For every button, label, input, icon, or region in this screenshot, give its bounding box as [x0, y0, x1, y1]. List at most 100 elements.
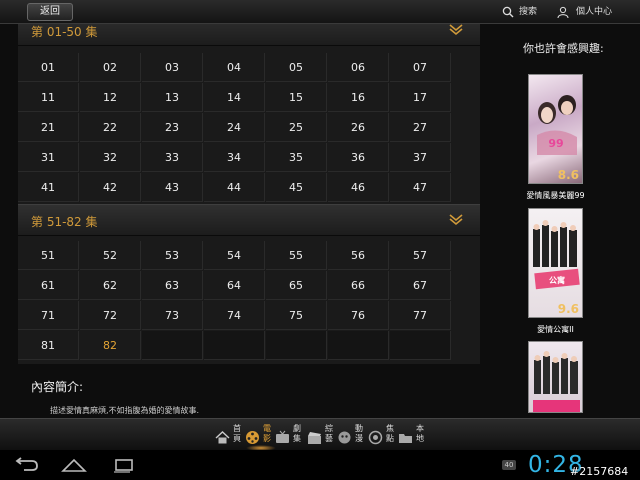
poster-image: 公寓 9.6 — [528, 208, 583, 318]
episode-button[interactable]: 14 — [204, 83, 265, 112]
episode-button[interactable]: 52 — [80, 241, 141, 270]
episode-button[interactable]: 76 — [328, 301, 389, 330]
episode-button[interactable]: 17 — [390, 83, 451, 112]
episode-button[interactable]: 57 — [390, 241, 451, 270]
episode-button-partial[interactable] — [455, 301, 480, 330]
episode-button-partial[interactable] — [455, 113, 480, 142]
section-title: 第 51-82 集 — [31, 215, 98, 229]
episode-button[interactable]: 36 — [328, 143, 389, 172]
episode-button[interactable]: 82 — [80, 331, 141, 360]
chevron-down-icon[interactable] — [448, 211, 464, 227]
episode-button[interactable]: 62 — [80, 271, 141, 300]
back-button[interactable]: 返回 — [27, 3, 73, 21]
svg-text:99: 99 — [548, 137, 563, 150]
svg-text:公寓: 公寓 — [549, 275, 565, 285]
episode-button[interactable]: 63 — [142, 271, 203, 300]
episode-button[interactable]: 55 — [266, 241, 327, 270]
home-button-icon[interactable] — [60, 457, 88, 473]
user-icon — [557, 6, 569, 18]
intro-title: 內容簡介: — [31, 380, 84, 394]
episode-button[interactable]: 22 — [80, 113, 141, 142]
episode-button[interactable]: 47 — [390, 173, 451, 202]
episode-button[interactable]: 41 — [18, 173, 79, 202]
episode-button[interactable]: 06 — [328, 53, 389, 82]
section-header-1-50[interactable]: 第 01-50 集 — [18, 24, 480, 46]
recommend-name: 愛情公寓II — [537, 325, 574, 334]
intro-text: 描述愛情真麻煩,不如指腹為婚的愛情故事. — [50, 406, 200, 415]
episode-button[interactable]: 24 — [204, 113, 265, 142]
episode-button-partial[interactable] — [455, 271, 480, 300]
episode-button[interactable]: 46 — [328, 173, 389, 202]
episode-button[interactable]: 11 — [18, 83, 79, 112]
episode-button[interactable]: 67 — [390, 271, 451, 300]
episode-button[interactable]: 26 — [328, 113, 389, 142]
episode-button[interactable]: 16 — [328, 83, 389, 112]
episode-panel: 第 01-50 集 01 02 03 04 05 06 07 11 12 13 14 15 16 17 21… — [18, 24, 480, 364]
episode-button[interactable]: 71 — [18, 301, 79, 330]
episode-button[interactable]: 61 — [18, 271, 79, 300]
episode-button[interactable]: 25 — [266, 113, 327, 142]
episode-button[interactable]: 21 — [18, 113, 79, 142]
episode-button[interactable]: 74 — [204, 301, 265, 330]
episode-button[interactable]: 66 — [328, 271, 389, 300]
episode-button[interactable]: 33 — [142, 143, 203, 172]
back-arrow-icon[interactable] — [12, 457, 40, 473]
episode-button[interactable]: 44 — [204, 173, 265, 202]
episode-button[interactable]: 43 — [142, 173, 203, 202]
episode-button-partial[interactable] — [455, 53, 480, 82]
poster-image — [528, 341, 583, 413]
rating-score: 8.6 — [557, 168, 579, 182]
episode-button[interactable]: 07 — [390, 53, 451, 82]
episode-button[interactable]: 13 — [142, 83, 203, 112]
episode-button[interactable]: 81 — [18, 331, 79, 360]
episode-button[interactable]: 01 — [18, 53, 79, 82]
episode-button[interactable]: 04 — [204, 53, 265, 82]
recommend-name: 愛情風暴美麗99 — [526, 191, 585, 200]
episode-button[interactable]: 65 — [266, 271, 327, 300]
home-icon — [215, 431, 230, 444]
episode-button[interactable]: 42 — [80, 173, 141, 202]
episode-button[interactable]: 64 — [204, 271, 265, 300]
episode-button[interactable]: 73 — [142, 301, 203, 330]
search-icon — [502, 6, 514, 18]
nav-label: 動漫 — [355, 424, 363, 443]
episode-button[interactable]: 12 — [80, 83, 141, 112]
episode-button[interactable]: 05 — [266, 53, 327, 82]
episode-button[interactable]: 45 — [266, 173, 327, 202]
episode-button[interactable]: 32 — [80, 143, 141, 172]
tv-icon — [276, 430, 289, 443]
poster-image: 99 8.6 — [528, 74, 583, 184]
episode-button-partial[interactable] — [455, 143, 480, 172]
episode-button[interactable]: 56 — [328, 241, 389, 270]
clapper-icon — [308, 432, 321, 444]
episode-button[interactable]: 34 — [204, 143, 265, 172]
episode-button-partial[interactable] — [455, 173, 480, 202]
section-header-51-82[interactable]: 第 51-82 集 — [18, 204, 480, 236]
recent-apps-icon[interactable] — [110, 457, 138, 473]
episode-button[interactable]: 31 — [18, 143, 79, 172]
episode-button[interactable]: 27 — [390, 113, 451, 142]
episode-button[interactable]: 54 — [204, 241, 265, 270]
episode-button[interactable]: 51 — [18, 241, 79, 270]
episode-button[interactable]: 03 — [142, 53, 203, 82]
nav-label: 焦點 — [386, 424, 394, 443]
rating-score: 9.6 — [557, 302, 579, 316]
episode-button[interactable]: 37 — [390, 143, 451, 172]
top-bar: 返回 搜索 個人中心 — [0, 0, 640, 24]
episode-button-partial[interactable] — [455, 241, 480, 270]
user-center-label: 個人中心 — [576, 7, 613, 17]
episode-button[interactable]: 02 — [80, 53, 141, 82]
episode-button-partial[interactable] — [455, 83, 480, 112]
episode-button[interactable]: 35 — [266, 143, 327, 172]
section-title: 第 01-50 集 — [31, 25, 98, 39]
film-reel-icon — [246, 431, 259, 444]
empty-cell — [390, 331, 451, 360]
episode-button[interactable]: 77 — [390, 301, 451, 330]
episode-button[interactable]: 23 — [142, 113, 203, 142]
episode-button[interactable]: 75 — [266, 301, 327, 330]
chevron-down-icon[interactable] — [448, 24, 464, 37]
episode-button[interactable]: 15 — [266, 83, 327, 112]
nav-label: 首頁 — [233, 424, 241, 443]
episode-button[interactable]: 72 — [80, 301, 141, 330]
episode-button[interactable]: 53 — [142, 241, 203, 270]
